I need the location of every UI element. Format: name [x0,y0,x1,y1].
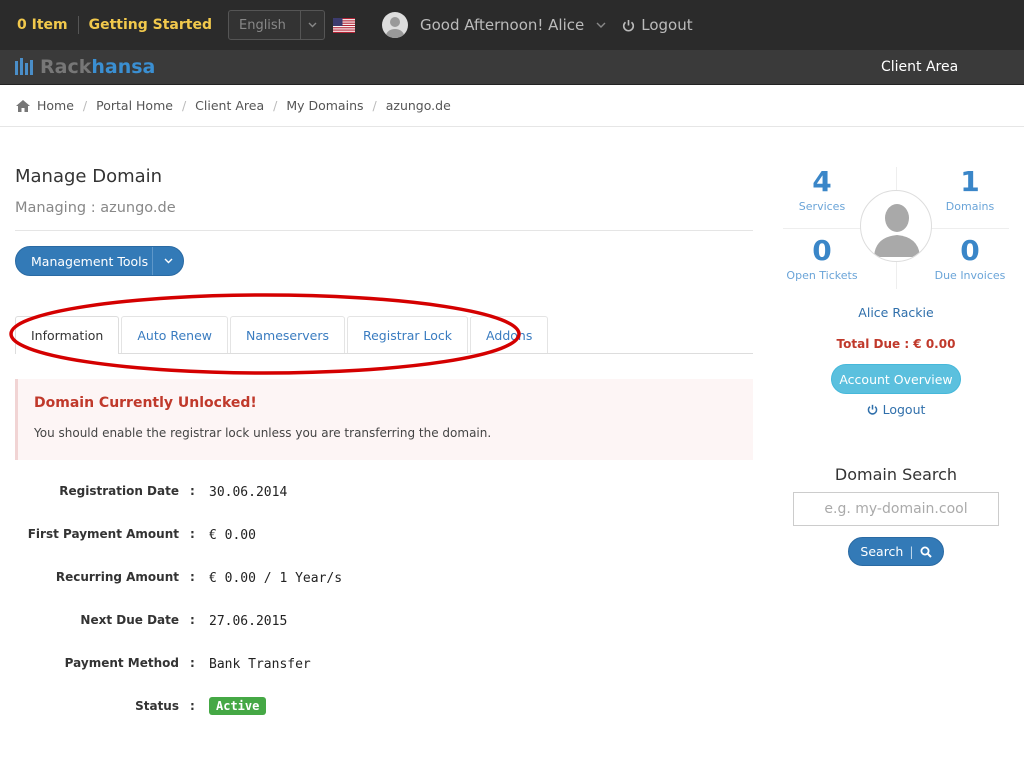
power-icon [867,404,877,415]
logo[interactable]: Rack hansa [15,56,155,78]
unlocked-alert: Domain Currently Unlocked! You should en… [15,379,753,460]
info-row-status: Status : Active [0,697,600,719]
nav-client-area[interactable]: Client Area [881,59,958,75]
tab-registrar-lock[interactable]: Registrar Lock [346,316,469,353]
info-row-recurring-amount: Recurring Amount : € 0.00 / 1 Year/s [0,570,600,590]
info-label: First Payment Amount [27,527,179,541]
power-icon [623,19,635,31]
breadcrumb-divider: / [82,98,88,113]
breadcrumb-portal-home[interactable]: Portal Home [96,98,173,113]
breadcrumb-my-domains[interactable]: My Domains [286,98,363,113]
info-label: Status [135,699,179,713]
tab-addons[interactable]: Addons [470,316,549,353]
info-row-next-due-date: Next Due Date : 27.06.2015 [0,613,600,633]
breadcrumb-home[interactable]: Home [37,98,74,113]
management-tools-button[interactable]: Management Tools [15,246,184,276]
tab-auto-renew[interactable]: Auto Renew [121,316,229,353]
search-label: Search [860,544,904,559]
user-avatar-icon [860,190,932,262]
info-row-registration-date: Registration Date : 30.06.2014 [0,484,600,504]
search-icon [920,546,932,558]
logout-link[interactable]: Logout [622,16,693,34]
user-avatar-icon[interactable] [381,12,408,38]
info-label: Payment Method [64,656,179,670]
divider: | [909,544,914,559]
info-colon: : [190,613,195,627]
language-value: English [238,17,286,33]
breadcrumb-current: azungo.de [385,98,451,113]
services-count: 4 [812,165,832,198]
invoices-count: 0 [960,234,980,267]
services-label: Services [798,200,846,213]
logo-bars-icon [15,58,33,75]
invoices-label: Due Invoices [934,269,1006,282]
domain-search-button[interactable]: Search | [848,537,944,566]
stat-due-invoices[interactable]: 0 Due Invoices [915,234,1024,282]
domain-tabs: Information Auto Renew Nameservers Regis… [15,316,753,354]
info-value: Bank Transfer [209,657,311,672]
us-flag-icon[interactable] [332,17,355,33]
page-subtitle: Managing : azungo.de [15,200,176,216]
info-label: Registration Date [59,484,179,498]
greeting-text[interactable]: Good Afternoon! Alice [420,16,584,34]
cart-link[interactable]: 0 Item [17,17,68,33]
tickets-label: Open Tickets [786,269,858,282]
info-colon: : [190,570,195,584]
chevron-down-icon[interactable] [152,247,183,275]
breadcrumb-client-area[interactable]: Client Area [195,98,264,113]
tab-nameservers[interactable]: Nameservers [230,316,345,353]
page-title: Manage Domain [15,166,163,187]
info-label: Recurring Amount [55,570,179,584]
breadcrumb-divider: / [181,98,187,113]
breadcrumb-divider: / [372,98,377,113]
logout-label: Logout [882,402,926,417]
stat-services[interactable]: 4 Services [767,165,877,213]
breadcrumb: Home / Portal Home / Client Area / My Do… [0,85,1024,127]
total-due: Total Due : € 0.00 [836,337,956,351]
alert-title: Domain Currently Unlocked! [34,395,257,411]
home-icon [16,99,30,112]
divider [77,16,79,34]
domains-label: Domains [945,200,995,213]
info-value: € 0.00 / 1 Year/s [209,571,343,586]
alert-text: You should enable the registrar lock unl… [34,426,492,440]
status-badge: Active [209,697,267,715]
language-select[interactable]: English [227,10,325,40]
domain-search-input[interactable] [793,492,999,526]
chevron-down-icon[interactable] [588,22,614,28]
logo-text-hansa: hansa [91,56,156,78]
info-colon: : [190,699,195,713]
info-value: 27.06.2015 [209,614,288,629]
getting-started-link[interactable]: Getting Started [89,17,212,33]
logo-text-rack: Rack [40,56,92,78]
divider [15,230,753,231]
brand-bar: Rack hansa Client Area [0,50,1024,85]
info-label: Next Due Date [80,613,179,627]
chevron-down-icon[interactable] [299,11,324,39]
info-colon: : [190,484,195,498]
info-colon: : [190,527,195,541]
domain-search-title: Domain Search [834,465,958,484]
tab-information[interactable]: Information [15,316,120,354]
info-row-payment-method: Payment Method : Bank Transfer [0,656,600,676]
client-name-link[interactable]: Alice Rackie [796,305,996,320]
domains-count: 1 [960,165,980,198]
logout-label: Logout [641,16,693,34]
info-row-first-payment: First Payment Amount : € 0.00 [0,527,600,547]
breadcrumb-divider: / [273,98,278,113]
account-overview-button[interactable]: Account Overview [831,364,961,394]
stat-domains[interactable]: 1 Domains [915,165,1024,213]
top-bar: 0 Item Getting Started English Good Afte… [0,0,1024,50]
info-colon: : [190,656,195,670]
tickets-count: 0 [812,234,832,267]
sidebar-logout-link[interactable]: Logout [796,402,996,417]
stat-open-tickets[interactable]: 0 Open Tickets [767,234,877,282]
info-value: € 0.00 [209,528,256,543]
info-value: 30.06.2014 [209,485,288,500]
management-tools-label: Management Tools [31,253,149,269]
